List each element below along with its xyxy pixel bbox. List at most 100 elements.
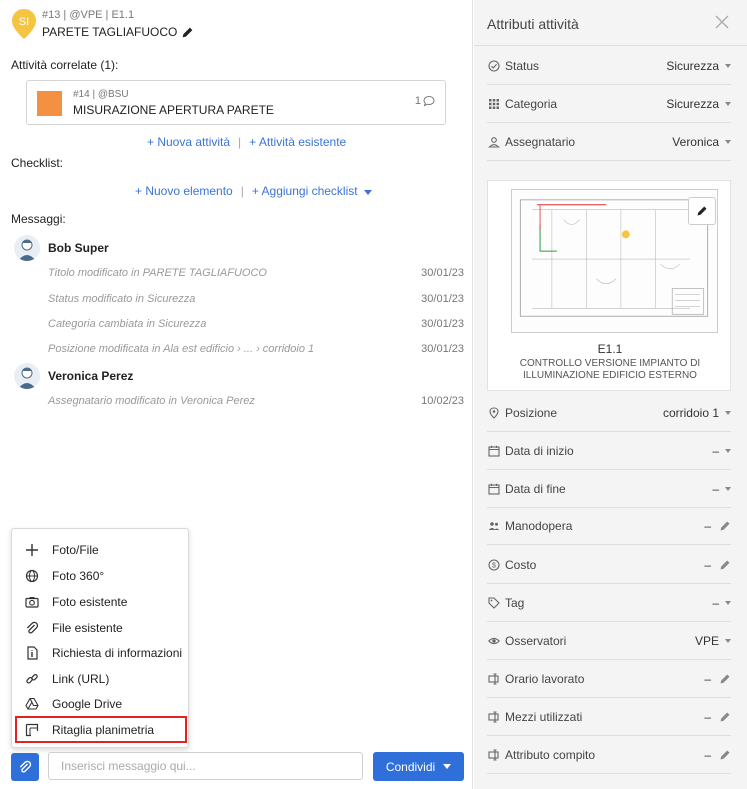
dollar-icon: $: [487, 558, 501, 572]
attribute-tag[interactable]: Tag –: [487, 584, 731, 622]
document-info-icon: [25, 646, 39, 660]
message-line: Status modificato in Sicurezza 30/01/23: [48, 293, 464, 305]
attribute-start-date[interactable]: Data di inizio –: [487, 432, 731, 470]
panel-divider: [474, 45, 747, 46]
chevron-down-icon: [725, 63, 731, 68]
attribute-observers[interactable]: Osservatori VPE: [487, 622, 731, 660]
message-input[interactable]: [48, 752, 363, 780]
pencil-icon[interactable]: [719, 711, 731, 723]
menu-item-information-request[interactable]: Richiesta di informazioni: [12, 641, 190, 665]
globe-icon: [25, 569, 39, 583]
add-checklist-link[interactable]: + Aggiungi checklist: [252, 184, 372, 198]
related-task-card[interactable]: #14 | @BSU MISURAZIONE APERTURA PARETE 1: [26, 80, 446, 125]
checklist-label: Checklist:: [11, 156, 64, 170]
pencil-icon[interactable]: [719, 520, 731, 532]
panel-title: Attributi attività: [487, 16, 579, 32]
tag-icon: [487, 596, 501, 610]
plan-code: E1.1: [597, 342, 623, 356]
message-user-name: Bob Super: [48, 241, 109, 255]
menu-item-photo-file[interactable]: Foto/File: [12, 538, 190, 562]
custom-field-icon: [487, 710, 501, 724]
people-icon: [487, 519, 501, 533]
attribute-position[interactable]: Posizione corridoio 1: [487, 394, 731, 432]
share-button[interactable]: Condividi: [373, 752, 464, 781]
attribute-assignee[interactable]: Assegnatario Veronica: [487, 123, 731, 161]
new-element-link[interactable]: + Nuovo elemento: [135, 184, 233, 198]
attribute-end-date[interactable]: Data di fine –: [487, 470, 731, 508]
task-pin-icon: SI: [11, 8, 37, 40]
chevron-down-icon: [725, 638, 731, 643]
close-icon[interactable]: [715, 15, 729, 29]
person-icon: [487, 135, 501, 149]
custom-field-icon: [487, 672, 501, 686]
link-icon: [25, 672, 39, 686]
message-line: Posizione modificata in Ala est edificio…: [48, 343, 464, 355]
message-user-name: Veronica Perez: [48, 369, 134, 383]
pin-initials: SI: [19, 16, 29, 28]
task-detail-panel: SI #13 | @VPE | E1.1 PARETE TAGLIAFUOCO …: [0, 0, 473, 789]
attribute-equipment-used[interactable]: Mezzi utilizzati –: [487, 698, 731, 736]
attach-button[interactable]: [11, 753, 39, 781]
task-title[interactable]: PARETE TAGLIAFUOCO: [42, 25, 194, 39]
paperclip-icon: [25, 621, 39, 635]
edit-plan-button[interactable]: [688, 197, 716, 225]
attribute-labor[interactable]: Manodopera –: [487, 507, 731, 545]
attribute-category[interactable]: Categoria Sicurezza: [487, 85, 731, 123]
message-line: Categoria cambiata in Sicurezza 30/01/23: [48, 318, 464, 330]
menu-item-link-url[interactable]: Link (URL): [12, 667, 190, 691]
pencil-icon[interactable]: [181, 26, 194, 39]
plan-description: CONTROLLO VERSIONE IMPIANTO DI ILLUMINAZ…: [519, 358, 701, 381]
checklist-actions: + Nuovo elemento | + Aggiungi checklist: [135, 184, 372, 198]
camera-icon: [25, 595, 39, 609]
calendar-icon: [487, 444, 501, 458]
related-task-meta: #14 | @BSU: [73, 89, 129, 100]
chevron-down-icon: [725, 600, 731, 605]
attribute-task-attribute[interactable]: Attributo compito –: [487, 736, 731, 774]
menu-item-existing-file[interactable]: File esistente: [12, 616, 190, 640]
attribute-status[interactable]: Status Sicurezza: [487, 47, 731, 85]
eye-icon: [487, 634, 501, 648]
chevron-down-icon: [725, 410, 731, 415]
attach-menu: Foto/File Foto 360° Foto esistente File …: [11, 528, 189, 748]
task-title-text: PARETE TAGLIAFUOCO: [42, 25, 178, 39]
menu-item-photo-360[interactable]: Foto 360°: [12, 564, 190, 588]
new-task-link[interactable]: + Nuova attività: [147, 135, 230, 149]
related-task-color-swatch: [37, 91, 62, 116]
chevron-down-icon: [363, 190, 372, 195]
avatar: [14, 235, 40, 261]
task-meta: #13 | @VPE | E1.1: [42, 9, 135, 21]
paperclip-icon: [19, 760, 32, 773]
chevron-down-icon: [725, 486, 731, 491]
svg-text:$: $: [492, 562, 496, 569]
chevron-down-icon: [725, 139, 731, 144]
status-icon: [487, 59, 501, 73]
pencil-icon[interactable]: [719, 559, 731, 571]
attribute-cost[interactable]: $ Costo –: [487, 546, 731, 584]
message-line: Titolo modificato in PARETE TAGLIAFUOCO 3…: [48, 267, 464, 279]
related-actions: + Nuova attività | + Attività esistente: [147, 135, 347, 149]
attribute-hours-worked[interactable]: Orario lavorato –: [487, 660, 731, 698]
highlight-box: [15, 716, 187, 743]
calendar-icon: [487, 482, 501, 496]
avatar: [14, 363, 40, 389]
pencil-icon[interactable]: [719, 673, 731, 685]
floor-plan-thumbnail[interactable]: [511, 189, 718, 333]
menu-item-existing-photo[interactable]: Foto esistente: [12, 590, 190, 614]
chevron-down-icon: [725, 448, 731, 453]
custom-field-icon: [487, 748, 501, 762]
pencil-icon: [697, 206, 707, 216]
chevron-down-icon: [725, 101, 731, 106]
related-task-title: MISURAZIONE APERTURA PARETE: [73, 103, 274, 117]
existing-task-link[interactable]: + Attività esistente: [249, 135, 346, 149]
chevron-down-icon: [443, 764, 452, 769]
comment-icon: [423, 95, 435, 107]
plus-icon: [25, 543, 39, 557]
attributes-panel: Attributi attività Status Sicurezza Cate…: [474, 0, 747, 789]
related-tasks-label: Attività correlate (1):: [11, 58, 119, 72]
location-icon: [487, 406, 501, 420]
pencil-icon[interactable]: [719, 749, 731, 761]
plan-card[interactable]: E1.1 CONTROLLO VERSIONE IMPIANTO DI ILLU…: [487, 180, 731, 391]
google-drive-icon: [25, 697, 39, 711]
menu-item-google-drive[interactable]: Google Drive: [12, 692, 190, 716]
message-line: Assegnatario modificato in Veronica Pere…: [48, 395, 464, 407]
